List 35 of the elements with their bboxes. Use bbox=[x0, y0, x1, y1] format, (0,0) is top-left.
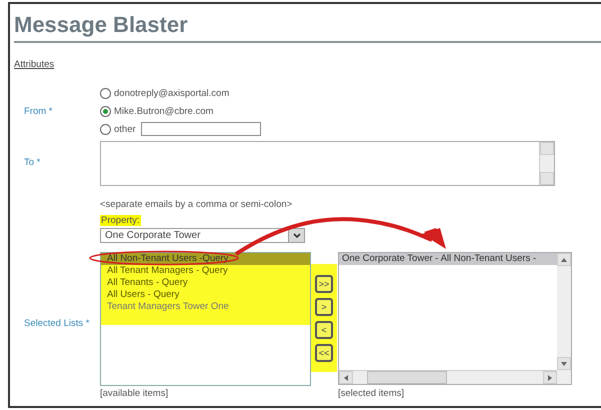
field-label: To * bbox=[23, 156, 42, 168]
vertical-scrollbar[interactable] bbox=[557, 253, 571, 370]
radio-button[interactable] bbox=[100, 124, 111, 134]
attributes-link[interactable]: Attributes bbox=[14, 59, 54, 70]
page-title: Message Blaster bbox=[14, 12, 189, 38]
list-caption: [selected items] bbox=[338, 388, 404, 399]
recipients-field[interactable] bbox=[100, 141, 555, 186]
radio-label: donotreply@axisportal.com bbox=[114, 88, 230, 98]
property-label: Property: bbox=[100, 215, 141, 226]
radio-button[interactable] bbox=[100, 88, 111, 98]
list-item[interactable]: All Tenant Managers - Query bbox=[101, 265, 310, 277]
field-label: Selected Lists * bbox=[23, 318, 90, 329]
property-dropdown[interactable]: One Corporate Tower bbox=[100, 228, 305, 243]
caret-icon bbox=[292, 232, 300, 238]
move-button[interactable]: < bbox=[315, 320, 333, 338]
hint-text: <separate emails by a comma or semi-colon> bbox=[100, 199, 294, 210]
triangle-arrow-icon bbox=[342, 374, 350, 380]
radio-label: other bbox=[114, 124, 136, 134]
list-item[interactable]: One Corporate Tower - All Non-Tenant Users - bbox=[339, 253, 557, 265]
list-item[interactable]: Tenant Managers Tower One bbox=[101, 301, 310, 313]
available-list[interactable]: All Non-Tenant Users -Query All Tenant Managers - Query All Tenants - Query All Users - Query Tenant Managers Tower One bbox=[100, 252, 311, 386]
input-field[interactable] bbox=[140, 122, 261, 136]
field-label: From * bbox=[23, 106, 54, 116]
horizontal-scrollbar[interactable] bbox=[339, 370, 557, 384]
move-button[interactable]: > bbox=[315, 298, 333, 316]
list-caption: [available items] bbox=[100, 388, 168, 399]
move-button[interactable]: << bbox=[315, 344, 333, 362]
radio-button[interactable] bbox=[100, 106, 111, 116]
list-item[interactable]: All Tenants - Query bbox=[101, 277, 310, 289]
list-item[interactable]: All Users - Query bbox=[101, 289, 310, 301]
scrollbar-corner bbox=[557, 370, 571, 384]
radio-label: Mike.Butron@cbre.com bbox=[114, 106, 214, 116]
triangle-arrow-icon bbox=[560, 256, 568, 262]
selected-list[interactable]: One Corporate Tower - All Non-Tenant Users - bbox=[338, 252, 572, 385]
move-button[interactable]: >> bbox=[315, 274, 333, 292]
